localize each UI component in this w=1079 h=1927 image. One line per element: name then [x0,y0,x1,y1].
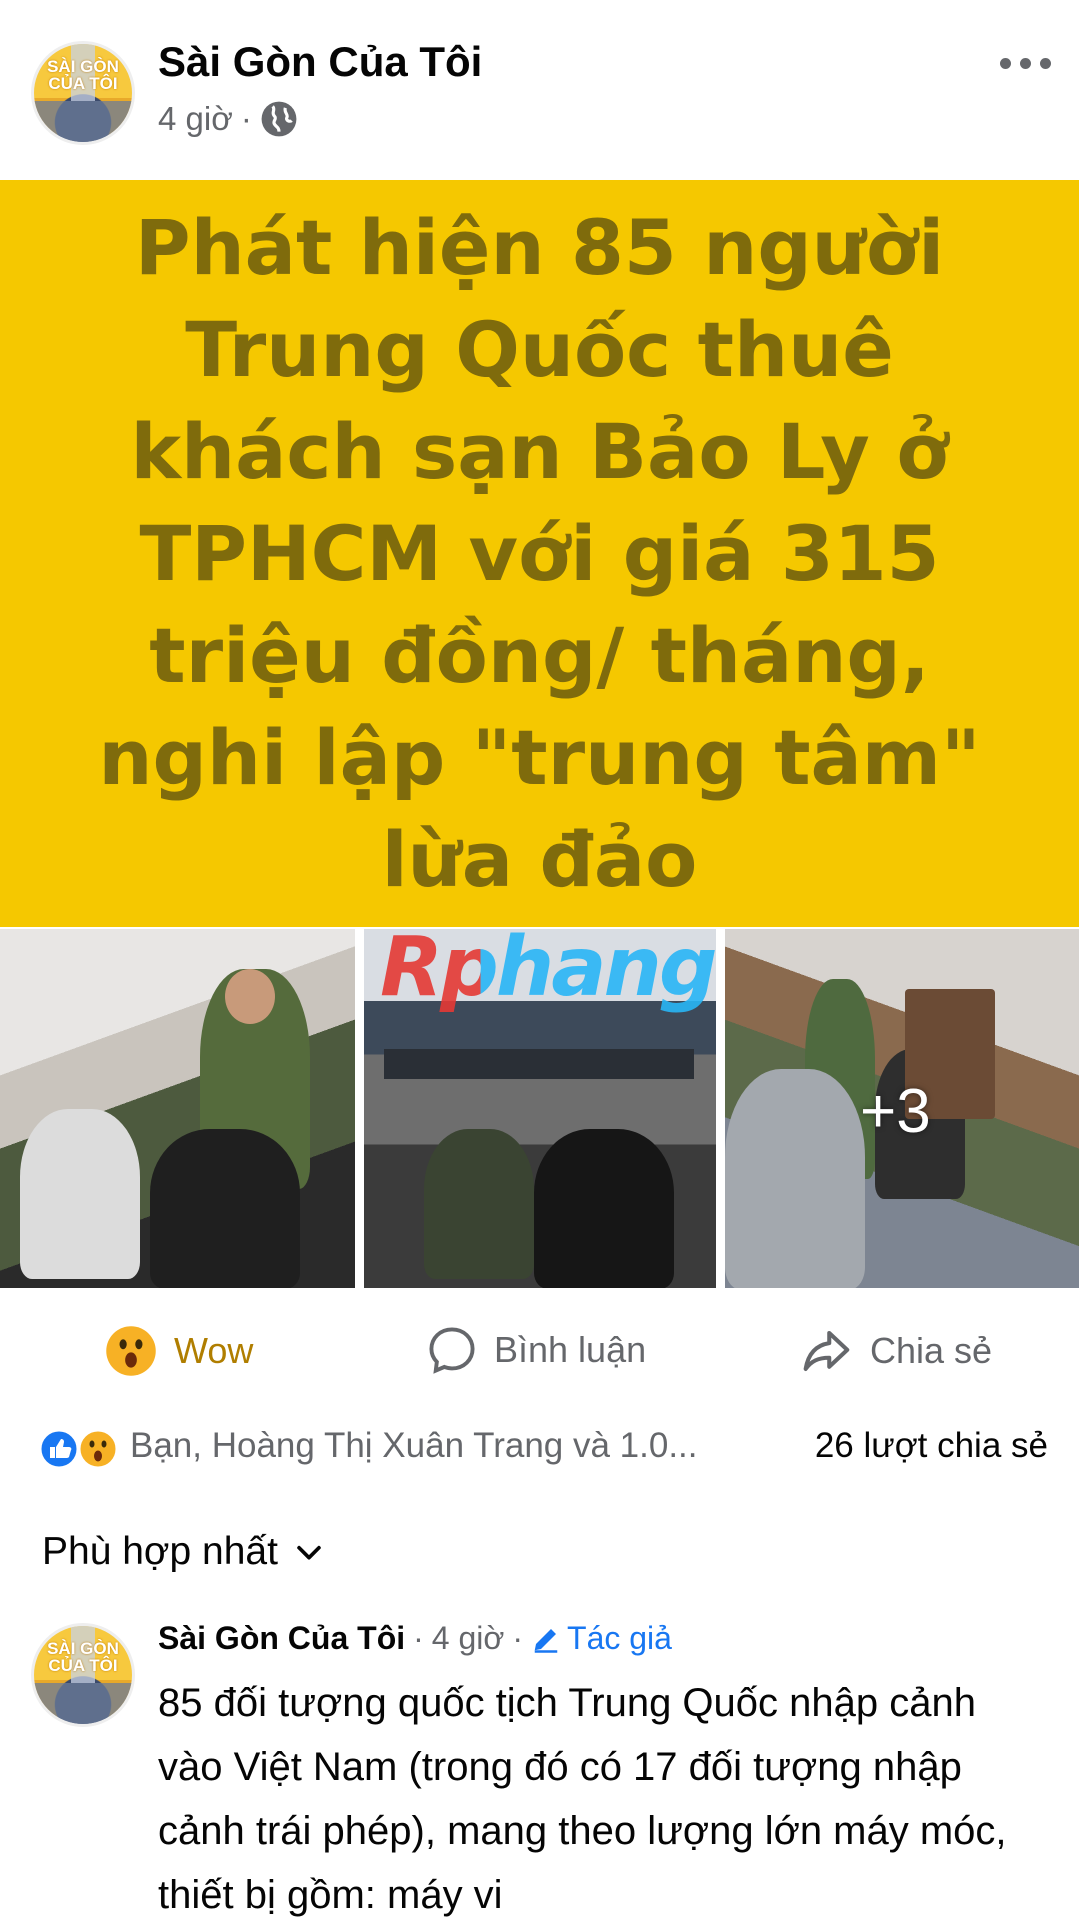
comment-text: 85 đối tượng quốc tịch Trung Quốc nhập c… [158,1681,1007,1917]
meta-separator: · [512,1620,524,1656]
comment-sort-dropdown[interactable]: Phù hợp nhất [42,1530,326,1574]
more-horizontal-icon[interactable] [1000,48,1060,78]
reaction-icons [38,1428,119,1470]
headline-banner[interactable]: Phát hiện 85 người Trung Quốc thuê khách… [0,180,1079,927]
meta-separator: · [240,100,252,137]
reactors-text: Bạn, Hoàng Thị Xuân Trang và 1.0... [130,1426,698,1465]
share-count[interactable]: 26 lượt chia sẻ [815,1426,1048,1466]
page-avatar[interactable]: SÀI GÒN CỦA TÔI [31,41,135,145]
author-badge: Tác giả [531,1620,672,1657]
comment-header: Sài Gòn Của Tôi · 4 giờ · Tác giả [158,1620,1058,1657]
share-label: Chia sẻ [870,1330,993,1371]
reaction-summary[interactable]: Bạn, Hoàng Thị Xuân Trang và 1.0... 26 l… [38,1420,1048,1476]
share-icon [803,1330,850,1372]
reaction-button[interactable]: Wow [104,1324,253,1378]
comment-avatar[interactable]: SÀI GÒN CỦA TÔI [31,1623,135,1727]
chevron-down-icon [297,1545,321,1560]
wow-icon [106,1326,156,1376]
comment-label: Bình luận [494,1329,647,1370]
photo-watermark: Rphang [380,920,718,1015]
comment-icon [429,1327,475,1374]
avatar-logo-text: SÀI GÒN CỦA TÔI [47,57,119,93]
photo-1[interactable] [0,929,355,1288]
wow-icon [77,1428,119,1470]
pencil-icon [534,1628,558,1653]
more-photos-count[interactable]: +3 [860,1076,931,1147]
page-name[interactable]: Sài Gòn Của Tôi [158,38,482,86]
dot [1020,57,1031,69]
post-meta: 4 giờ · [158,100,298,138]
comment-button[interactable]: Bình luận [426,1324,646,1376]
comment-author[interactable]: Sài Gòn Của Tôi [158,1620,405,1657]
meta-separator: · [413,1620,424,1656]
dot [1040,57,1051,69]
post-header: SÀI GÒN CỦA TÔI Sài Gòn Của Tôi 4 giờ · [0,0,1079,180]
post-time[interactable]: 4 giờ [158,100,233,138]
like-icon [38,1428,80,1470]
reaction-label: Wow [174,1330,254,1371]
dot [1000,57,1011,69]
comment-item: Sài Gòn Của Tôi · 4 giờ · Tác giả 85 đối… [158,1620,1058,1927]
sort-label: Phù hợp nhất [42,1530,278,1573]
author-badge-label: Tác giả [567,1620,672,1656]
share-button[interactable]: Chia sẻ [800,1324,992,1378]
comment-time[interactable]: 4 giờ [432,1620,505,1657]
globe-icon [261,101,297,137]
action-bar: Wow Bình luận Chia sẻ [0,1300,1079,1396]
avatar-logo-text: SÀI GÒN CỦA TÔI [47,1639,119,1675]
post-headline: Phát hiện 85 người Trung Quốc thuê khách… [98,202,981,904]
